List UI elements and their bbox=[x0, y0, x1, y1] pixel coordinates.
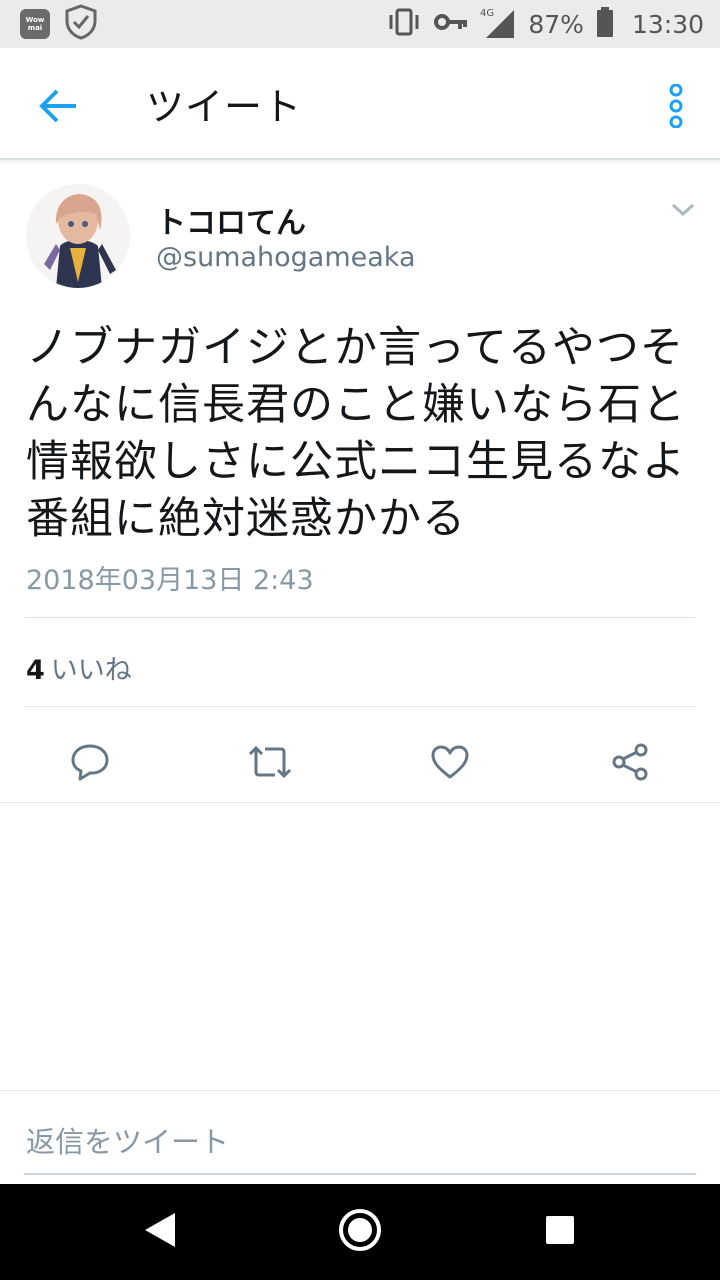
likes-label: いいね bbox=[50, 655, 132, 686]
more-options-button[interactable] bbox=[658, 78, 694, 138]
likes-stat[interactable]: 4 いいね bbox=[26, 648, 132, 687]
display-name[interactable]: トコロてん bbox=[156, 198, 306, 242]
network-type-label: 4G bbox=[480, 8, 494, 19]
chevron-down-icon bbox=[668, 203, 698, 224]
navigation-bar bbox=[0, 1184, 720, 1280]
signal-4g-icon: 4G bbox=[480, 6, 516, 42]
user-handle[interactable]: @sumahogameaka bbox=[156, 242, 416, 273]
square-recents-icon bbox=[544, 1214, 576, 1250]
reply-input-underline bbox=[24, 1173, 696, 1175]
tweet-menu-button[interactable] bbox=[668, 200, 698, 224]
tweet-actions bbox=[0, 728, 720, 802]
retweet-button[interactable] bbox=[242, 736, 298, 792]
likes-count: 4 bbox=[26, 655, 45, 686]
circle-home-icon bbox=[337, 1207, 383, 1257]
reply-button[interactable] bbox=[62, 736, 118, 792]
app-bar: ツイート bbox=[0, 48, 720, 160]
vibrate-icon bbox=[386, 7, 422, 41]
like-button[interactable] bbox=[422, 736, 478, 792]
battery-percentage: 87% bbox=[528, 9, 584, 39]
reply-icon bbox=[70, 742, 110, 786]
avatar-illustration bbox=[26, 184, 130, 288]
tweet-text: ノブナガイジとか言ってるやつそんなに信長君のこと嫌いなら石と情報欲しさに公式ニコ… bbox=[26, 323, 686, 544]
share-button[interactable] bbox=[602, 736, 658, 792]
battery-icon bbox=[596, 7, 614, 41]
tweet-timestamp: 2018年03月13日 2:43 bbox=[26, 565, 314, 596]
status-bar: Wow mai 4G 87% 13:30 bbox=[0, 0, 720, 48]
divider bbox=[24, 617, 696, 618]
retweet-icon bbox=[247, 742, 293, 786]
arrow-back-icon bbox=[38, 88, 78, 128]
reply-composer: 返信をツイート bbox=[0, 1090, 720, 1182]
page-title: ツイート bbox=[146, 85, 303, 129]
wowma-app-icon: Wow mai bbox=[20, 9, 50, 39]
vpn-key-icon bbox=[434, 12, 468, 36]
share-icon bbox=[610, 742, 650, 786]
triangle-back-icon bbox=[141, 1210, 179, 1254]
nav-back-button[interactable] bbox=[136, 1208, 184, 1256]
divider bbox=[24, 706, 696, 707]
back-button[interactable] bbox=[30, 80, 86, 136]
heart-icon bbox=[430, 744, 470, 784]
shield-check-icon bbox=[64, 4, 98, 44]
nav-home-button[interactable] bbox=[336, 1208, 384, 1256]
reply-input[interactable]: 返信をツイート bbox=[26, 1119, 229, 1161]
more-vertical-icon bbox=[668, 83, 684, 132]
divider bbox=[0, 802, 720, 803]
app-icon-text: Wow mai bbox=[25, 16, 45, 32]
nav-recents-button[interactable] bbox=[536, 1208, 584, 1256]
avatar[interactable] bbox=[26, 184, 130, 288]
clock: 13:30 bbox=[631, 9, 704, 39]
